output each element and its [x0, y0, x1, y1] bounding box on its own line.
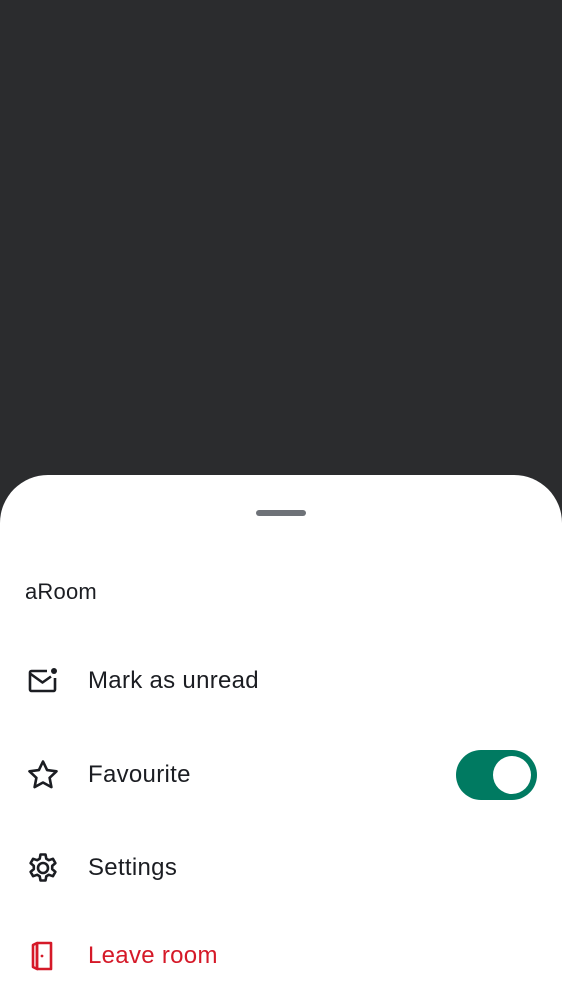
leave-room-item[interactable]: Leave room — [0, 926, 562, 986]
favourite-item[interactable]: Favourite — [0, 745, 562, 805]
favourite-label: Favourite — [88, 761, 191, 788]
drag-handle[interactable] — [256, 510, 306, 516]
room-name-title: aRoom — [25, 579, 97, 604]
mark-as-unread-item[interactable]: Mark as unread — [0, 651, 562, 711]
settings-item[interactable]: Settings — [0, 838, 562, 898]
gear-icon — [25, 850, 61, 886]
room-options-bottom-sheet: aRoom Mark as unread Favourite Settings … — [0, 475, 562, 1000]
favourite-toggle[interactable] — [456, 750, 537, 800]
leave-door-icon — [25, 938, 61, 974]
screen: aRoom Mark as unread Favourite Settings … — [0, 0, 562, 1000]
mail-unread-icon — [25, 663, 61, 699]
star-icon — [25, 757, 61, 793]
mark-as-unread-label: Mark as unread — [88, 667, 259, 694]
settings-label: Settings — [88, 854, 178, 881]
leave-room-label: Leave room — [88, 942, 218, 969]
toggle-knob — [493, 756, 531, 794]
